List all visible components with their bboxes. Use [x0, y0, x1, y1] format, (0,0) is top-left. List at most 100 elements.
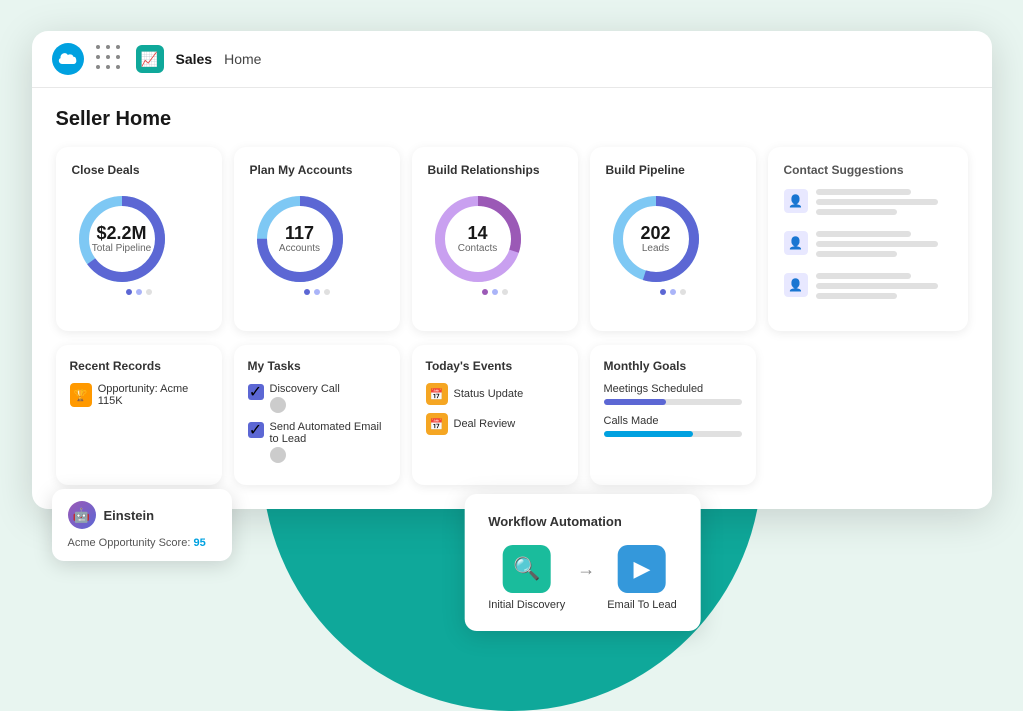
contact-icon-3: 👤	[784, 273, 808, 297]
build-relationships-title: Build Relationships	[428, 163, 562, 177]
salesforce-logo[interactable]	[52, 43, 84, 75]
task-item-1[interactable]: ✓ Discovery Call	[248, 383, 386, 413]
event-item-2[interactable]: 📅 Deal Review	[426, 413, 564, 435]
page-content: Seller Home Close Deals $2.2M Tot	[32, 88, 992, 509]
close-deals-dots	[72, 289, 206, 295]
event-icon-1: 📅	[426, 383, 448, 405]
workflow-popup[interactable]: Workflow Automation 🔍 Initial Discovery …	[464, 494, 701, 631]
suggestion-line	[816, 231, 911, 237]
close-deals-sublabel: Total Pipeline	[92, 243, 151, 254]
todays-events-card[interactable]: Today's Events 📅 Status Update 📅 Deal Re…	[412, 345, 578, 485]
todays-events-title: Today's Events	[426, 359, 564, 373]
event-text-1: Status Update	[454, 388, 524, 400]
goal-bar-fill-calls	[604, 431, 694, 437]
build-pipeline-sublabel: Leads	[640, 243, 670, 254]
workflow-icon-email: ▶	[618, 545, 666, 593]
close-deals-donut: $2.2M Total Pipeline	[72, 189, 172, 289]
build-pipeline-title: Build Pipeline	[606, 163, 740, 177]
build-pipeline-card[interactable]: Build Pipeline 202 Leads	[590, 147, 756, 331]
workflow-step-initial[interactable]: 🔍 Initial Discovery	[488, 545, 565, 611]
goal-bar-bg-calls	[604, 431, 742, 437]
nav-dots[interactable]	[96, 45, 124, 73]
goal-bar-fill-meetings	[604, 399, 666, 405]
suggestion-line	[816, 283, 938, 289]
build-relationships-donut: 14 Contacts	[428, 189, 528, 289]
workflow-label-initial: Initial Discovery	[488, 599, 565, 611]
task-check-2: ✓	[248, 422, 264, 438]
suggestion-lines-3	[816, 273, 952, 303]
contact-suggestions-title: Contact Suggestions	[784, 163, 952, 177]
build-pipeline-donut: 202 Leads	[606, 189, 706, 289]
goal-item-meetings: Meetings Scheduled	[604, 383, 742, 405]
event-item-1[interactable]: 📅 Status Update	[426, 383, 564, 405]
build-relationships-card[interactable]: Build Relationships 14 Contacts	[412, 147, 578, 331]
einstein-score-label: Acme Opportunity Score:	[68, 537, 191, 549]
build-pipeline-center: 202 Leads	[640, 224, 670, 255]
event-icon-2: 📅	[426, 413, 448, 435]
plan-accounts-value: 117	[279, 224, 320, 244]
suggestions-spacer	[768, 345, 968, 485]
task-item-2[interactable]: ✓ Send Automated Email to Lead	[248, 421, 386, 463]
einstein-name: Einstein	[104, 508, 155, 523]
einstein-score-text: Acme Opportunity Score: 95	[68, 537, 216, 549]
build-relationships-value: 14	[458, 224, 497, 244]
page-title: Seller Home	[56, 108, 968, 131]
workflow-label-email: Email To Lead	[607, 599, 677, 611]
task-text-2: Send Automated Email to Lead	[270, 421, 386, 445]
outer-bg: 📈 Sales Home Seller Home Close Deals	[32, 31, 992, 651]
goal-label-calls: Calls Made	[604, 415, 742, 427]
workflow-title: Workflow Automation	[488, 514, 677, 529]
my-tasks-card[interactable]: My Tasks ✓ Discovery Call ✓ Send Automat…	[234, 345, 400, 485]
build-relationships-dots	[428, 289, 562, 295]
bottom-row: Recent Records 🏆 Opportunity: Acme 115K …	[56, 345, 968, 485]
suggestion-lines-2	[816, 231, 952, 261]
plan-accounts-dots	[250, 289, 384, 295]
einstein-popup[interactable]: 🤖 Einstein Acme Opportunity Score: 95	[52, 489, 232, 561]
nav-bar: 📈 Sales Home	[32, 31, 992, 88]
suggestion-line	[816, 189, 911, 195]
suggestion-line	[816, 293, 898, 299]
contact-suggestions-card[interactable]: Contact Suggestions 👤 👤	[768, 147, 968, 331]
suggestion-line	[816, 273, 911, 279]
task-avatar-2	[270, 447, 286, 463]
suggestion-item-3[interactable]: 👤	[784, 273, 952, 303]
goal-item-calls: Calls Made	[604, 415, 742, 437]
workflow-steps: 🔍 Initial Discovery → ▶ Email To Lead	[488, 545, 677, 611]
close-deals-card[interactable]: Close Deals $2.2M Total Pipeline	[56, 147, 222, 331]
nav-app-name[interactable]: Sales	[176, 51, 213, 67]
suggestion-line	[816, 209, 898, 215]
recent-records-title: Recent Records	[70, 359, 208, 373]
recent-record-item[interactable]: 🏆 Opportunity: Acme 115K	[70, 383, 208, 407]
recent-record-text: Opportunity: Acme 115K	[98, 383, 208, 407]
build-relationships-sublabel: Contacts	[458, 243, 497, 254]
plan-accounts-donut: 117 Accounts	[250, 189, 350, 289]
monthly-goals-title: Monthly Goals	[604, 359, 742, 373]
plan-accounts-center: 117 Accounts	[279, 224, 320, 255]
recent-records-card[interactable]: Recent Records 🏆 Opportunity: Acme 115K	[56, 345, 222, 485]
plan-accounts-card[interactable]: Plan My Accounts 117 Accounts	[234, 147, 400, 331]
build-pipeline-value: 202	[640, 224, 670, 244]
close-deals-center: $2.2M Total Pipeline	[92, 224, 151, 255]
my-tasks-title: My Tasks	[248, 359, 386, 373]
einstein-header: 🤖 Einstein	[68, 501, 216, 529]
plan-accounts-title: Plan My Accounts	[250, 163, 384, 177]
goal-label-meetings: Meetings Scheduled	[604, 383, 742, 395]
suggestion-item-1[interactable]: 👤	[784, 189, 952, 219]
task-avatar-1	[270, 397, 286, 413]
nav-home-link[interactable]: Home	[224, 51, 261, 67]
suggestion-item-2[interactable]: 👤	[784, 231, 952, 261]
workflow-arrow: →	[577, 559, 595, 580]
monthly-goals-card[interactable]: Monthly Goals Meetings Scheduled Calls M…	[590, 345, 756, 485]
close-deals-title: Close Deals	[72, 163, 206, 177]
event-text-2: Deal Review	[454, 418, 516, 430]
cards-row: Close Deals $2.2M Total Pipeline	[56, 147, 968, 331]
workflow-step-email[interactable]: ▶ Email To Lead	[607, 545, 677, 611]
suggestion-line	[816, 199, 938, 205]
contact-icon-2: 👤	[784, 231, 808, 255]
nav-app-icon: 📈	[136, 45, 164, 73]
suggestion-line	[816, 241, 938, 247]
build-pipeline-dots	[606, 289, 740, 295]
workflow-icon-initial: 🔍	[503, 545, 551, 593]
close-deals-value: $2.2M	[92, 224, 151, 244]
build-relationships-center: 14 Contacts	[458, 224, 497, 255]
